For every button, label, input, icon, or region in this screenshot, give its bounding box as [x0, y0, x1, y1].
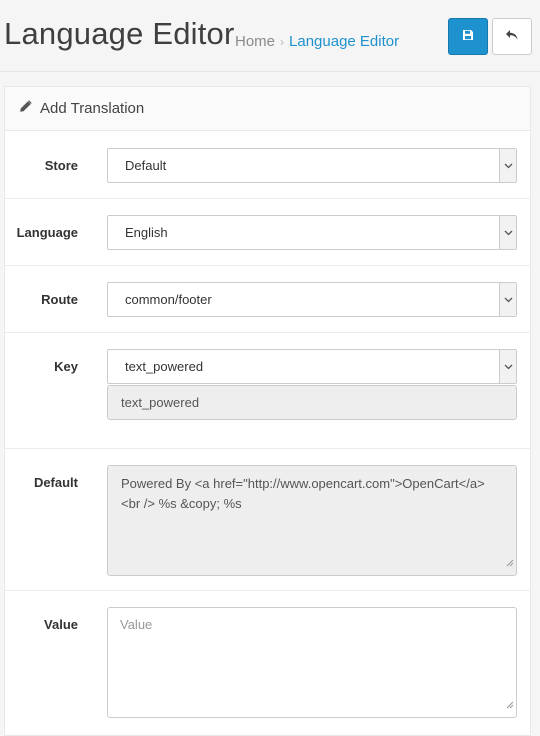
- language-label: Language: [16, 225, 78, 240]
- default-textarea: Powered By <a href="http://www.opencart.…: [107, 465, 517, 576]
- route-select[interactable]: common/footer: [107, 282, 517, 317]
- breadcrumb: Home › Language Editor: [235, 33, 399, 50]
- panel-heading: Add Translation: [5, 87, 530, 131]
- route-row: Route common/footer: [5, 266, 530, 333]
- page-header: Language Editor Home › Language Editor: [0, 0, 540, 72]
- default-label: Default: [33, 475, 78, 490]
- chevron-down-icon: [499, 283, 516, 316]
- language-row: Language English: [5, 199, 530, 266]
- key-select-value: text_powered: [125, 359, 204, 374]
- reply-arrow-icon: [505, 28, 519, 46]
- pencil-icon: [19, 99, 32, 118]
- store-select[interactable]: Default: [107, 148, 517, 183]
- breadcrumb-language-editor[interactable]: Language Editor: [289, 33, 399, 50]
- chevron-down-icon: [499, 149, 516, 182]
- value-placeholder: Value: [120, 617, 153, 632]
- route-label: Route: [41, 292, 78, 307]
- key-readonly-field: text_powered: [107, 385, 517, 420]
- store-row: Store Default: [5, 132, 530, 199]
- floppy-disk-icon: [462, 28, 474, 46]
- chevron-down-icon: [499, 350, 516, 383]
- breadcrumb-separator: ›: [280, 35, 285, 49]
- value-row: Value Value: [5, 591, 530, 735]
- breadcrumb-home[interactable]: Home: [235, 33, 275, 50]
- key-readonly-value: text_powered: [121, 395, 200, 410]
- resize-grip-icon[interactable]: [506, 553, 514, 573]
- value-textarea[interactable]: Value: [107, 607, 517, 718]
- add-translation-panel: Add Translation Store Default Language E…: [4, 86, 531, 736]
- panel-title: Add Translation: [40, 100, 145, 117]
- save-button[interactable]: [448, 18, 488, 55]
- store-label: Store: [44, 158, 78, 173]
- default-text: Powered By <a href="http://www.opencart.…: [121, 476, 485, 511]
- default-row: Default Powered By <a href="http://www.o…: [5, 449, 530, 591]
- value-label: Value: [44, 617, 78, 632]
- chevron-down-icon: [499, 216, 516, 249]
- key-label: Key: [54, 359, 78, 374]
- key-select[interactable]: text_powered: [107, 349, 517, 384]
- store-select-value: Default: [125, 158, 167, 173]
- key-row: Key text_powered text_powered: [5, 333, 530, 449]
- resize-grip-icon[interactable]: [506, 695, 514, 715]
- back-button[interactable]: [492, 18, 532, 55]
- page-title: Language Editor: [4, 16, 235, 51]
- route-select-value: common/footer: [125, 292, 212, 307]
- language-select[interactable]: English: [107, 215, 517, 250]
- language-select-value: English: [125, 225, 168, 240]
